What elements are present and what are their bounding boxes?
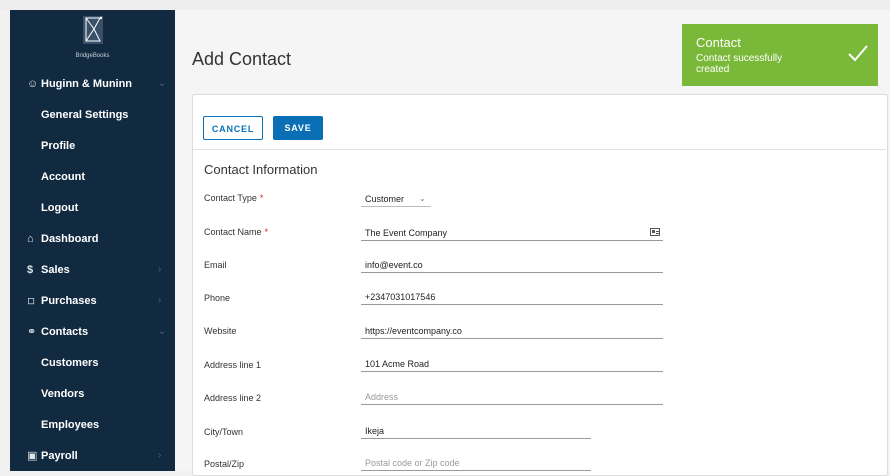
logo-icon	[83, 16, 103, 44]
sidebar-item-payroll[interactable]: ▣ Payroll ›	[10, 444, 175, 468]
city-label: City/Town	[204, 427, 244, 437]
cancel-button[interactable]: CANCEL	[203, 116, 263, 140]
divider	[193, 149, 886, 150]
page-title: Add Contact	[192, 49, 292, 69]
website-label: Website	[204, 326, 237, 336]
toast-message: Contact sucessfully created	[696, 53, 783, 75]
toast-title: Contact	[696, 35, 741, 50]
payroll-icon: ▣	[27, 450, 38, 462]
chevron-down-icon: ⌄	[158, 326, 167, 337]
sidebar: BridgeBooks ☺ Huginn & Muninn ⌄ General …	[10, 10, 175, 471]
sidebar-item-customers[interactable]: Customers	[10, 351, 175, 375]
address-line2-field[interactable]: Address	[361, 390, 663, 405]
phone-field[interactable]: +2347031017546	[361, 290, 663, 305]
address-line1-label: Address line 1	[204, 360, 262, 370]
sidebar-item-vendors[interactable]: Vendors	[10, 382, 175, 406]
save-button[interactable]: SAVE	[273, 116, 323, 140]
cart-icon: ◽	[27, 295, 36, 307]
sidebar-item-label: Huginn & Muninn	[41, 78, 133, 90]
email-label: Email	[204, 260, 227, 270]
sidebar-item-contacts[interactable]: ⚭ Contacts ⌄	[10, 320, 175, 344]
address-line1-field[interactable]: 101 Acme Road	[361, 357, 663, 372]
sidebar-item-employees[interactable]: Employees	[10, 413, 175, 437]
postal-label: Postal/Zip	[204, 459, 245, 469]
postal-field[interactable]: Postal code or Zip code	[361, 456, 591, 471]
form-card	[192, 94, 888, 476]
check-icon	[848, 45, 868, 62]
chevron-down-icon: ⌄	[158, 78, 167, 89]
email-field[interactable]: info@event.co	[361, 258, 663, 273]
sidebar-item-org[interactable]: ☺ Huginn & Muninn ⌄	[10, 72, 175, 96]
contact-name-field[interactable]: The Event Company	[361, 226, 663, 241]
dollar-icon: $	[27, 264, 34, 276]
address-line2-label: Address line 2	[204, 393, 262, 403]
contact-type-label: Contact Type *	[204, 193, 264, 203]
sidebar-item-logout[interactable]: Logout	[10, 196, 175, 220]
required-mark: *	[259, 193, 264, 203]
brand-name: BridgeBooks	[75, 53, 110, 59]
top-strip	[0, 0, 890, 10]
contact-type-select[interactable]: Customer ⌄	[361, 192, 431, 207]
success-toast[interactable]: Contact Contact sucessfully created	[682, 24, 878, 86]
chevron-down-icon: ⌄	[419, 194, 426, 203]
sidebar-item-dashboard[interactable]: ⌂ Dashboard	[10, 227, 175, 251]
contact-name-label: Contact Name *	[204, 227, 269, 237]
chevron-right-icon: ›	[158, 295, 162, 306]
section-title: Contact Information	[204, 162, 318, 177]
contact-card-icon[interactable]	[650, 228, 660, 236]
sidebar-item-account[interactable]: Account	[10, 165, 175, 189]
chevron-right-icon: ›	[158, 450, 162, 461]
required-mark: *	[264, 227, 269, 237]
phone-label: Phone	[204, 293, 231, 303]
chevron-right-icon: ›	[158, 264, 162, 275]
sidebar-item-sales[interactable]: $ Sales ›	[10, 258, 175, 282]
contacts-icon: ⚭	[27, 326, 37, 338]
postal-placeholder: Postal code or Zip code	[365, 458, 460, 468]
sidebar-item-profile[interactable]: Profile	[10, 134, 175, 158]
sidebar-item-general-settings[interactable]: General Settings	[10, 103, 175, 127]
sidebar-item-purchases[interactable]: ◽ Purchases ›	[10, 289, 175, 313]
address-placeholder: Address	[365, 392, 399, 402]
home-icon: ⌂	[27, 233, 34, 245]
brand-logo[interactable]: BridgeBooks	[10, 10, 175, 65]
user-icon: ☺	[27, 78, 39, 90]
city-field[interactable]: Ikeja	[361, 424, 591, 439]
website-field[interactable]: https://eventcompany.co	[361, 324, 663, 339]
